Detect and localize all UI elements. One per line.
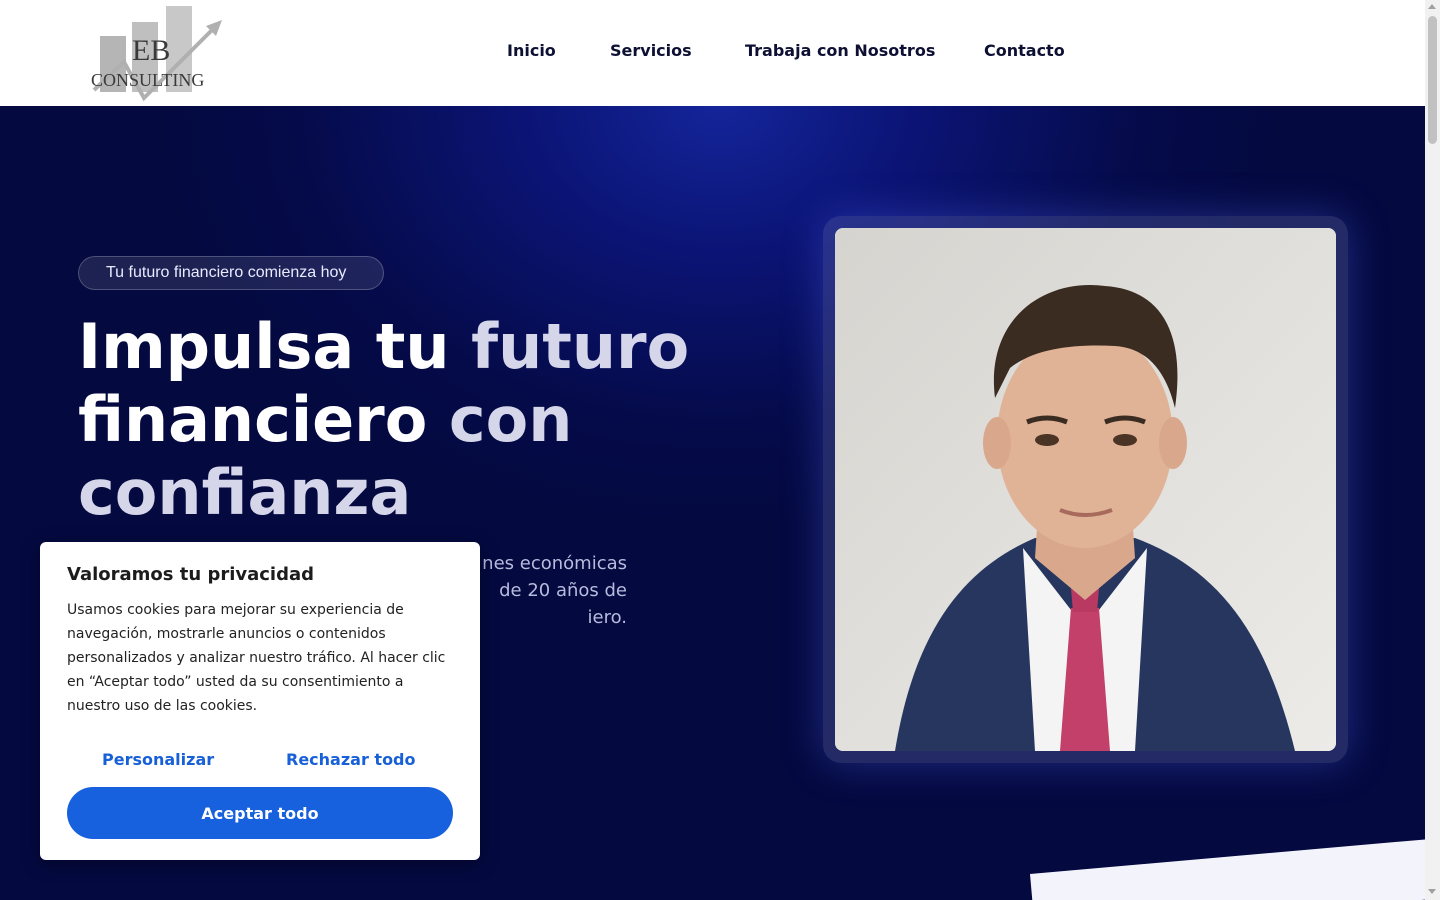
scroll-up-icon[interactable] — [1428, 4, 1436, 9]
consultant-photo — [835, 228, 1336, 751]
nav-inicio[interactable]: Inicio — [507, 41, 556, 60]
scroll-down-icon[interactable] — [1428, 889, 1436, 894]
customize-button[interactable]: Personalizar — [102, 750, 214, 769]
headline-part: financiero — [78, 383, 449, 456]
site-logo[interactable]: EB CONSULTING — [88, 2, 228, 104]
headline-part: confianza — [78, 456, 412, 529]
accept-all-button[interactable]: Aceptar todo — [67, 787, 453, 839]
reject-all-button[interactable]: Rechazar todo — [286, 750, 416, 769]
logo-chart-icon: EB CONSULTING — [91, 6, 222, 102]
hero-badge: Tu futuro financiero comienza hoy — [78, 256, 384, 290]
hero-photo-frame — [823, 216, 1348, 763]
headline-part: futuro — [471, 310, 690, 383]
nav-contacto[interactable]: Contacto — [984, 41, 1065, 60]
logo-text-eb: EB — [132, 34, 170, 67]
cookie-consent-dialog: Valoramos tu privacidad Usamos cookies p… — [40, 542, 480, 860]
hero-headline: Impulsa tu futuro financiero con confian… — [78, 310, 718, 529]
cookie-title: Valoramos tu privacidad — [67, 564, 315, 585]
headline-part: con — [448, 383, 573, 456]
scrollbar-thumb[interactable] — [1428, 16, 1437, 144]
nav-servicios[interactable]: Servicios — [610, 41, 692, 60]
nav-trabaja-con-nosotros[interactable]: Trabaja con Nosotros — [745, 41, 935, 60]
site-header: EB CONSULTING Inicio Servicios Trabaja c… — [0, 0, 1425, 106]
cookie-text: Usamos cookies para mejorar su experienc… — [67, 602, 446, 714]
page-scrollbar[interactable] — [1425, 0, 1440, 900]
headline-part: Impulsa tu — [78, 310, 472, 383]
logo-text-consulting: CONSULTING — [91, 70, 204, 90]
hero-bottom-wave — [1030, 837, 1425, 900]
